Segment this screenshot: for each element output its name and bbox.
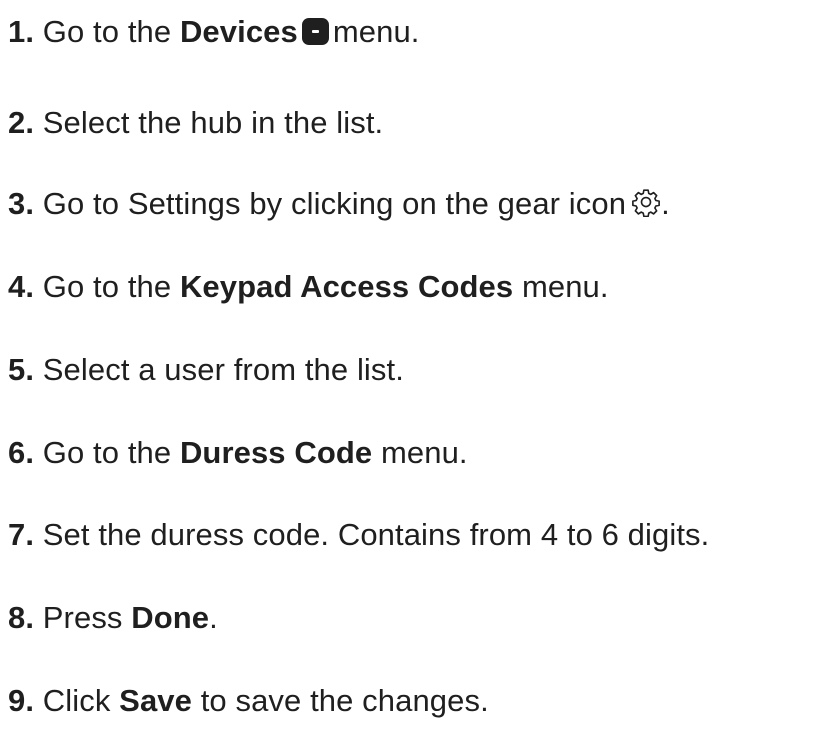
step-text: Select the hub in the list. [42, 105, 384, 140]
step-number: 2. [8, 105, 35, 140]
step-2: 2. Select the hub in the list. [8, 103, 383, 143]
gear-icon [632, 189, 661, 217]
step-number: 6. [8, 435, 35, 470]
step-text-end: menu. [380, 435, 468, 470]
step-text: Press [42, 600, 123, 635]
step-number: 7. [8, 517, 35, 552]
step-text-end: menu. [521, 269, 609, 304]
step-5: 5. Select a user from the list. [8, 350, 404, 390]
step-bold-text: Keypad Access Codes [179, 269, 514, 304]
devices-icon [301, 18, 329, 45]
step-number: 4. [8, 269, 35, 304]
step-text-end: to save the changes. [200, 683, 489, 718]
step-text: Go to the [42, 14, 172, 49]
step-text: Click [42, 683, 111, 718]
step-text: Go to Settings by clicking on the gear i… [42, 186, 627, 221]
step-1: 1. Go to the Devices menu. [8, 12, 420, 52]
step-text: Set the duress code. Contains from 4 to … [42, 517, 710, 552]
step-bold-text: Save [119, 683, 192, 718]
step-bold-text: Duress Code [179, 435, 373, 470]
step-8: 8. Press Done. [8, 598, 218, 638]
step-number: 5. [8, 352, 35, 387]
step-number: 1. [8, 14, 35, 49]
step-text-end: . [209, 600, 218, 635]
step-text-end: menu. [332, 14, 420, 49]
step-bold-text: Done [131, 600, 210, 635]
step-text: Select a user from the list. [42, 352, 404, 387]
step-7: 7. Set the duress code. Contains from 4 … [8, 515, 709, 555]
step-3: 3. Go to Settings by clicking on the gea… [8, 184, 670, 224]
step-bold-text: Devices [179, 14, 298, 49]
step-number: 8. [8, 600, 35, 635]
step-text-end: . [661, 186, 670, 221]
step-number: 9. [8, 683, 35, 718]
step-text: Go to the [42, 269, 172, 304]
step-4: 4. Go to the Keypad Access Codes menu. [8, 267, 609, 307]
step-9: 9. Click Save to save the changes. [8, 681, 489, 721]
step-text: Go to the [42, 435, 172, 470]
step-6: 6. Go to the Duress Code menu. [8, 433, 468, 473]
step-number: 3. [8, 186, 35, 221]
